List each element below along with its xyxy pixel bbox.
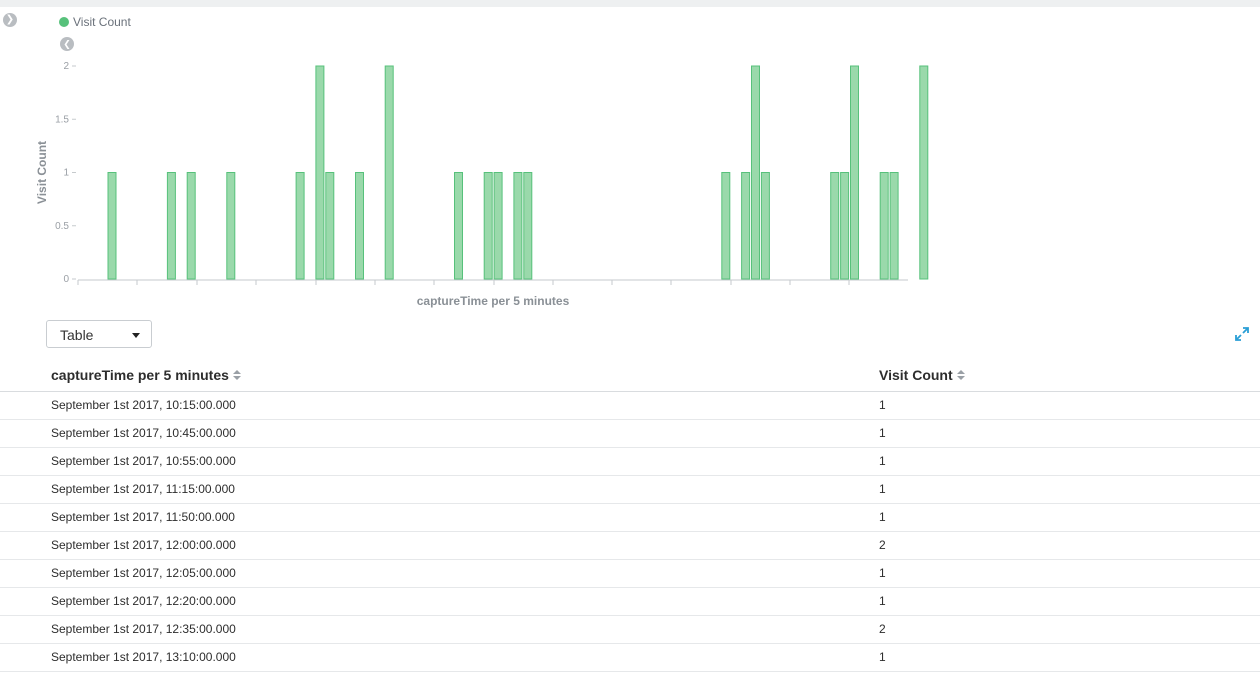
cell-visit-count: 1 [879, 650, 886, 664]
cell-capture-time: September 1st 2017, 11:50:00.000 [51, 510, 235, 524]
cell-visit-count: 1 [879, 566, 886, 580]
table-row: September 1st 2017, 10:55:00.000 1 [0, 448, 1260, 476]
bar [919, 65, 929, 280]
bar [107, 172, 117, 280]
chevron-up-icon[interactable]: ❮ [60, 37, 74, 51]
table-row: September 1st 2017, 12:05:00.000 1 [0, 560, 1260, 588]
bar [879, 172, 889, 280]
view-mode-label: Table [60, 327, 94, 343]
table-row: September 1st 2017, 10:15:00.000 1 [0, 392, 1260, 420]
legend-color-dot [59, 17, 69, 27]
table-row: September 1st 2017, 11:50:00.000 1 [0, 504, 1260, 532]
x-axis-title: captureTime per 5 minutes [417, 294, 570, 308]
cell-capture-time: September 1st 2017, 10:45:00.000 [51, 426, 236, 440]
y-tick-label: 0 [63, 274, 69, 285]
expand-icon[interactable] [1235, 327, 1249, 341]
sort-icon [232, 369, 241, 381]
cell-capture-time: September 1st 2017, 12:00:00.000 [51, 538, 236, 552]
bar [186, 172, 196, 280]
bar [513, 172, 523, 280]
column-header-label: Visit Count [879, 367, 953, 383]
bar [760, 172, 770, 280]
bar [315, 65, 325, 280]
cell-visit-count: 1 [879, 510, 886, 524]
chevron-right-icon[interactable]: ❯ [3, 13, 17, 27]
table-row: September 1st 2017, 11:15:00.000 1 [0, 476, 1260, 504]
bar [355, 172, 364, 280]
table-row: September 1st 2017, 12:00:00.000 2 [0, 532, 1260, 560]
cell-capture-time: September 1st 2017, 12:20:00.000 [51, 594, 236, 608]
legend-item-visit-count[interactable]: Visit Count [59, 15, 131, 29]
bar [493, 172, 503, 280]
table-row: September 1st 2017, 12:35:00.000 2 [0, 616, 1260, 644]
cell-capture-time: September 1st 2017, 10:15:00.000 [51, 398, 236, 412]
column-header-label: captureTime per 5 minutes [51, 367, 229, 383]
bar [454, 172, 463, 280]
bar [830, 172, 840, 280]
cell-capture-time: September 1st 2017, 12:05:00.000 [51, 566, 236, 580]
bar [166, 172, 176, 280]
bar [850, 65, 859, 280]
bar [741, 172, 751, 280]
cell-visit-count: 1 [879, 398, 886, 412]
bar [889, 172, 899, 280]
cell-capture-time: September 1st 2017, 10:55:00.000 [51, 454, 236, 468]
cell-capture-time: September 1st 2017, 13:10:00.000 [51, 650, 236, 664]
table-row: September 1st 2017, 10:45:00.000 1 [0, 420, 1260, 448]
bar-chart: 0 0.5 1 1.5 2 Visit Count captureTime per 5 mi… [35, 61, 929, 308]
cell-capture-time: September 1st 2017, 11:15:00.000 [51, 482, 235, 496]
cell-visit-count: 2 [879, 622, 886, 636]
y-tick-label: 0.5 [55, 221, 69, 232]
table-header: captureTime per 5 minutes Visit Count [0, 362, 1260, 392]
bar [840, 172, 850, 280]
table-row: September 1st 2017, 12:20:00.000 1 [0, 588, 1260, 616]
column-header-visit-count[interactable]: Visit Count [879, 367, 965, 383]
bar [325, 172, 335, 280]
bar [751, 65, 760, 280]
caret-down-icon [132, 333, 140, 338]
top-bar [0, 0, 1260, 7]
bar [523, 172, 533, 280]
cell-capture-time: September 1st 2017, 12:35:00.000 [51, 622, 236, 636]
y-tick-label: 1 [63, 168, 69, 179]
y-tick-label: 1.5 [55, 114, 69, 125]
table-row: September 1st 2017, 13:10:00.000 1 [0, 644, 1260, 672]
table-body: September 1st 2017, 10:15:00.000 1 Septe… [0, 392, 1260, 672]
bar [226, 172, 236, 280]
column-header-capture-time[interactable]: captureTime per 5 minutes [51, 367, 241, 383]
bar [384, 65, 394, 280]
cell-visit-count: 1 [879, 426, 886, 440]
y-tick-label: 2 [63, 61, 69, 72]
cell-visit-count: 1 [879, 594, 886, 608]
cell-visit-count: 1 [879, 482, 886, 496]
cell-visit-count: 2 [879, 538, 886, 552]
bar [721, 172, 731, 280]
sort-icon [956, 369, 965, 381]
y-axis-title: Visit Count [35, 141, 49, 204]
bar [483, 172, 493, 280]
view-mode-select[interactable]: Table [46, 320, 152, 348]
cell-visit-count: 1 [879, 454, 886, 468]
bar [295, 172, 305, 280]
legend-label: Visit Count [73, 15, 131, 29]
